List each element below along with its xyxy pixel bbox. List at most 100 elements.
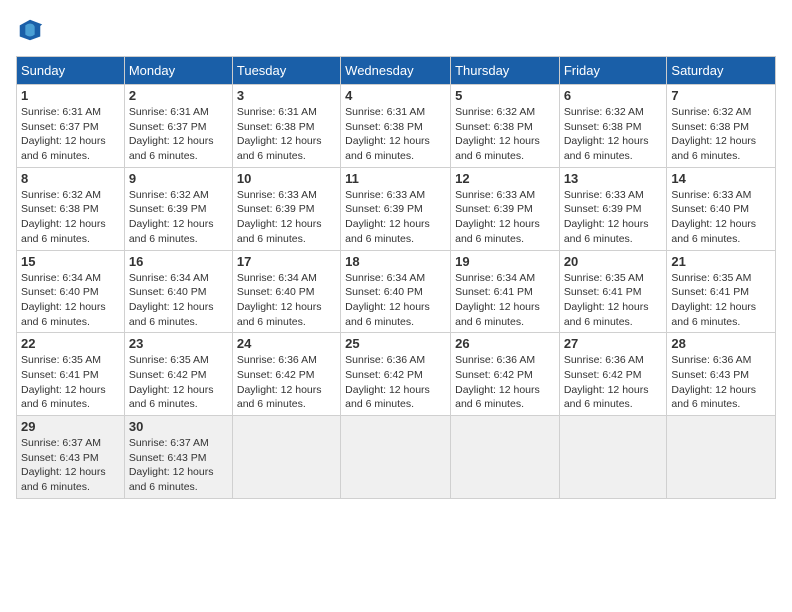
day-number: 5 bbox=[455, 88, 555, 103]
day-info: Sunrise: 6:36 AMSunset: 6:42 PMDaylight:… bbox=[455, 354, 540, 410]
calendar-cell bbox=[667, 416, 776, 499]
day-info: Sunrise: 6:33 AMSunset: 6:40 PMDaylight:… bbox=[671, 189, 756, 245]
day-info: Sunrise: 6:36 AMSunset: 6:43 PMDaylight:… bbox=[671, 354, 756, 410]
calendar-cell bbox=[232, 416, 340, 499]
day-header-tuesday: Tuesday bbox=[232, 57, 340, 85]
calendar-cell: 10 Sunrise: 6:33 AMSunset: 6:39 PMDaylig… bbox=[232, 167, 340, 250]
calendar-cell: 21 Sunrise: 6:35 AMSunset: 6:41 PMDaylig… bbox=[667, 250, 776, 333]
calendar-cell: 3 Sunrise: 6:31 AMSunset: 6:38 PMDayligh… bbox=[232, 85, 340, 168]
calendar-cell: 30 Sunrise: 6:37 AMSunset: 6:43 PMDaylig… bbox=[124, 416, 232, 499]
calendar-cell: 8 Sunrise: 6:32 AMSunset: 6:38 PMDayligh… bbox=[17, 167, 125, 250]
day-header-saturday: Saturday bbox=[667, 57, 776, 85]
calendar-cell: 16 Sunrise: 6:34 AMSunset: 6:40 PMDaylig… bbox=[124, 250, 232, 333]
day-info: Sunrise: 6:35 AMSunset: 6:41 PMDaylight:… bbox=[21, 354, 106, 410]
logo-icon bbox=[16, 16, 44, 44]
day-number: 17 bbox=[237, 254, 336, 269]
calendar-week-1: 1 Sunrise: 6:31 AMSunset: 6:37 PMDayligh… bbox=[17, 85, 776, 168]
calendar-cell: 19 Sunrise: 6:34 AMSunset: 6:41 PMDaylig… bbox=[451, 250, 560, 333]
calendar-cell: 11 Sunrise: 6:33 AMSunset: 6:39 PMDaylig… bbox=[341, 167, 451, 250]
day-info: Sunrise: 6:32 AMSunset: 6:38 PMDaylight:… bbox=[564, 106, 649, 162]
day-header-friday: Friday bbox=[559, 57, 667, 85]
day-info: Sunrise: 6:34 AMSunset: 6:40 PMDaylight:… bbox=[21, 272, 106, 328]
day-number: 7 bbox=[671, 88, 771, 103]
calendar-table: SundayMondayTuesdayWednesdayThursdayFrid… bbox=[16, 56, 776, 499]
calendar-cell: 14 Sunrise: 6:33 AMSunset: 6:40 PMDaylig… bbox=[667, 167, 776, 250]
day-number: 21 bbox=[671, 254, 771, 269]
day-info: Sunrise: 6:37 AMSunset: 6:43 PMDaylight:… bbox=[21, 437, 106, 493]
day-info: Sunrise: 6:36 AMSunset: 6:42 PMDaylight:… bbox=[237, 354, 322, 410]
calendar-week-3: 15 Sunrise: 6:34 AMSunset: 6:40 PMDaylig… bbox=[17, 250, 776, 333]
day-number: 23 bbox=[129, 336, 228, 351]
day-number: 27 bbox=[564, 336, 663, 351]
day-header-monday: Monday bbox=[124, 57, 232, 85]
day-info: Sunrise: 6:32 AMSunset: 6:38 PMDaylight:… bbox=[671, 106, 756, 162]
day-info: Sunrise: 6:34 AMSunset: 6:41 PMDaylight:… bbox=[455, 272, 540, 328]
calendar-cell: 13 Sunrise: 6:33 AMSunset: 6:39 PMDaylig… bbox=[559, 167, 667, 250]
day-number: 9 bbox=[129, 171, 228, 186]
day-number: 4 bbox=[345, 88, 446, 103]
day-number: 11 bbox=[345, 171, 446, 186]
day-info: Sunrise: 6:36 AMSunset: 6:42 PMDaylight:… bbox=[345, 354, 430, 410]
calendar-cell: 26 Sunrise: 6:36 AMSunset: 6:42 PMDaylig… bbox=[451, 333, 560, 416]
day-number: 20 bbox=[564, 254, 663, 269]
day-number: 16 bbox=[129, 254, 228, 269]
day-info: Sunrise: 6:31 AMSunset: 6:38 PMDaylight:… bbox=[345, 106, 430, 162]
day-info: Sunrise: 6:37 AMSunset: 6:43 PMDaylight:… bbox=[129, 437, 214, 493]
day-number: 22 bbox=[21, 336, 120, 351]
day-info: Sunrise: 6:33 AMSunset: 6:39 PMDaylight:… bbox=[345, 189, 430, 245]
calendar-cell: 18 Sunrise: 6:34 AMSunset: 6:40 PMDaylig… bbox=[341, 250, 451, 333]
day-number: 25 bbox=[345, 336, 446, 351]
day-info: Sunrise: 6:33 AMSunset: 6:39 PMDaylight:… bbox=[237, 189, 322, 245]
day-info: Sunrise: 6:34 AMSunset: 6:40 PMDaylight:… bbox=[237, 272, 322, 328]
calendar-cell: 27 Sunrise: 6:36 AMSunset: 6:42 PMDaylig… bbox=[559, 333, 667, 416]
day-info: Sunrise: 6:32 AMSunset: 6:38 PMDaylight:… bbox=[455, 106, 540, 162]
day-number: 18 bbox=[345, 254, 446, 269]
calendar-cell: 7 Sunrise: 6:32 AMSunset: 6:38 PMDayligh… bbox=[667, 85, 776, 168]
day-header-sunday: Sunday bbox=[17, 57, 125, 85]
calendar-cell bbox=[559, 416, 667, 499]
calendar-cell: 22 Sunrise: 6:35 AMSunset: 6:41 PMDaylig… bbox=[17, 333, 125, 416]
day-info: Sunrise: 6:34 AMSunset: 6:40 PMDaylight:… bbox=[345, 272, 430, 328]
day-info: Sunrise: 6:32 AMSunset: 6:38 PMDaylight:… bbox=[21, 189, 106, 245]
day-info: Sunrise: 6:31 AMSunset: 6:37 PMDaylight:… bbox=[21, 106, 106, 162]
calendar-cell: 6 Sunrise: 6:32 AMSunset: 6:38 PMDayligh… bbox=[559, 85, 667, 168]
calendar-cell: 17 Sunrise: 6:34 AMSunset: 6:40 PMDaylig… bbox=[232, 250, 340, 333]
calendar-cell: 23 Sunrise: 6:35 AMSunset: 6:42 PMDaylig… bbox=[124, 333, 232, 416]
day-header-wednesday: Wednesday bbox=[341, 57, 451, 85]
day-number: 1 bbox=[21, 88, 120, 103]
day-number: 10 bbox=[237, 171, 336, 186]
calendar-week-5: 29 Sunrise: 6:37 AMSunset: 6:43 PMDaylig… bbox=[17, 416, 776, 499]
day-number: 2 bbox=[129, 88, 228, 103]
logo bbox=[16, 16, 48, 44]
day-info: Sunrise: 6:32 AMSunset: 6:39 PMDaylight:… bbox=[129, 189, 214, 245]
day-number: 29 bbox=[21, 419, 120, 434]
day-number: 26 bbox=[455, 336, 555, 351]
day-info: Sunrise: 6:34 AMSunset: 6:40 PMDaylight:… bbox=[129, 272, 214, 328]
calendar-cell: 12 Sunrise: 6:33 AMSunset: 6:39 PMDaylig… bbox=[451, 167, 560, 250]
calendar-cell bbox=[451, 416, 560, 499]
day-number: 14 bbox=[671, 171, 771, 186]
day-info: Sunrise: 6:31 AMSunset: 6:37 PMDaylight:… bbox=[129, 106, 214, 162]
calendar-cell: 29 Sunrise: 6:37 AMSunset: 6:43 PMDaylig… bbox=[17, 416, 125, 499]
day-header-thursday: Thursday bbox=[451, 57, 560, 85]
calendar-cell: 24 Sunrise: 6:36 AMSunset: 6:42 PMDaylig… bbox=[232, 333, 340, 416]
calendar-header-row: SundayMondayTuesdayWednesdayThursdayFrid… bbox=[17, 57, 776, 85]
calendar-cell: 20 Sunrise: 6:35 AMSunset: 6:41 PMDaylig… bbox=[559, 250, 667, 333]
calendar-cell bbox=[341, 416, 451, 499]
day-number: 19 bbox=[455, 254, 555, 269]
day-info: Sunrise: 6:35 AMSunset: 6:41 PMDaylight:… bbox=[564, 272, 649, 328]
calendar-cell: 4 Sunrise: 6:31 AMSunset: 6:38 PMDayligh… bbox=[341, 85, 451, 168]
calendar-cell: 28 Sunrise: 6:36 AMSunset: 6:43 PMDaylig… bbox=[667, 333, 776, 416]
day-number: 8 bbox=[21, 171, 120, 186]
day-number: 3 bbox=[237, 88, 336, 103]
day-number: 30 bbox=[129, 419, 228, 434]
calendar-week-2: 8 Sunrise: 6:32 AMSunset: 6:38 PMDayligh… bbox=[17, 167, 776, 250]
calendar-cell: 25 Sunrise: 6:36 AMSunset: 6:42 PMDaylig… bbox=[341, 333, 451, 416]
calendar-cell: 5 Sunrise: 6:32 AMSunset: 6:38 PMDayligh… bbox=[451, 85, 560, 168]
calendar-cell: 15 Sunrise: 6:34 AMSunset: 6:40 PMDaylig… bbox=[17, 250, 125, 333]
calendar-week-4: 22 Sunrise: 6:35 AMSunset: 6:41 PMDaylig… bbox=[17, 333, 776, 416]
day-number: 15 bbox=[21, 254, 120, 269]
day-info: Sunrise: 6:36 AMSunset: 6:42 PMDaylight:… bbox=[564, 354, 649, 410]
day-number: 28 bbox=[671, 336, 771, 351]
day-number: 6 bbox=[564, 88, 663, 103]
